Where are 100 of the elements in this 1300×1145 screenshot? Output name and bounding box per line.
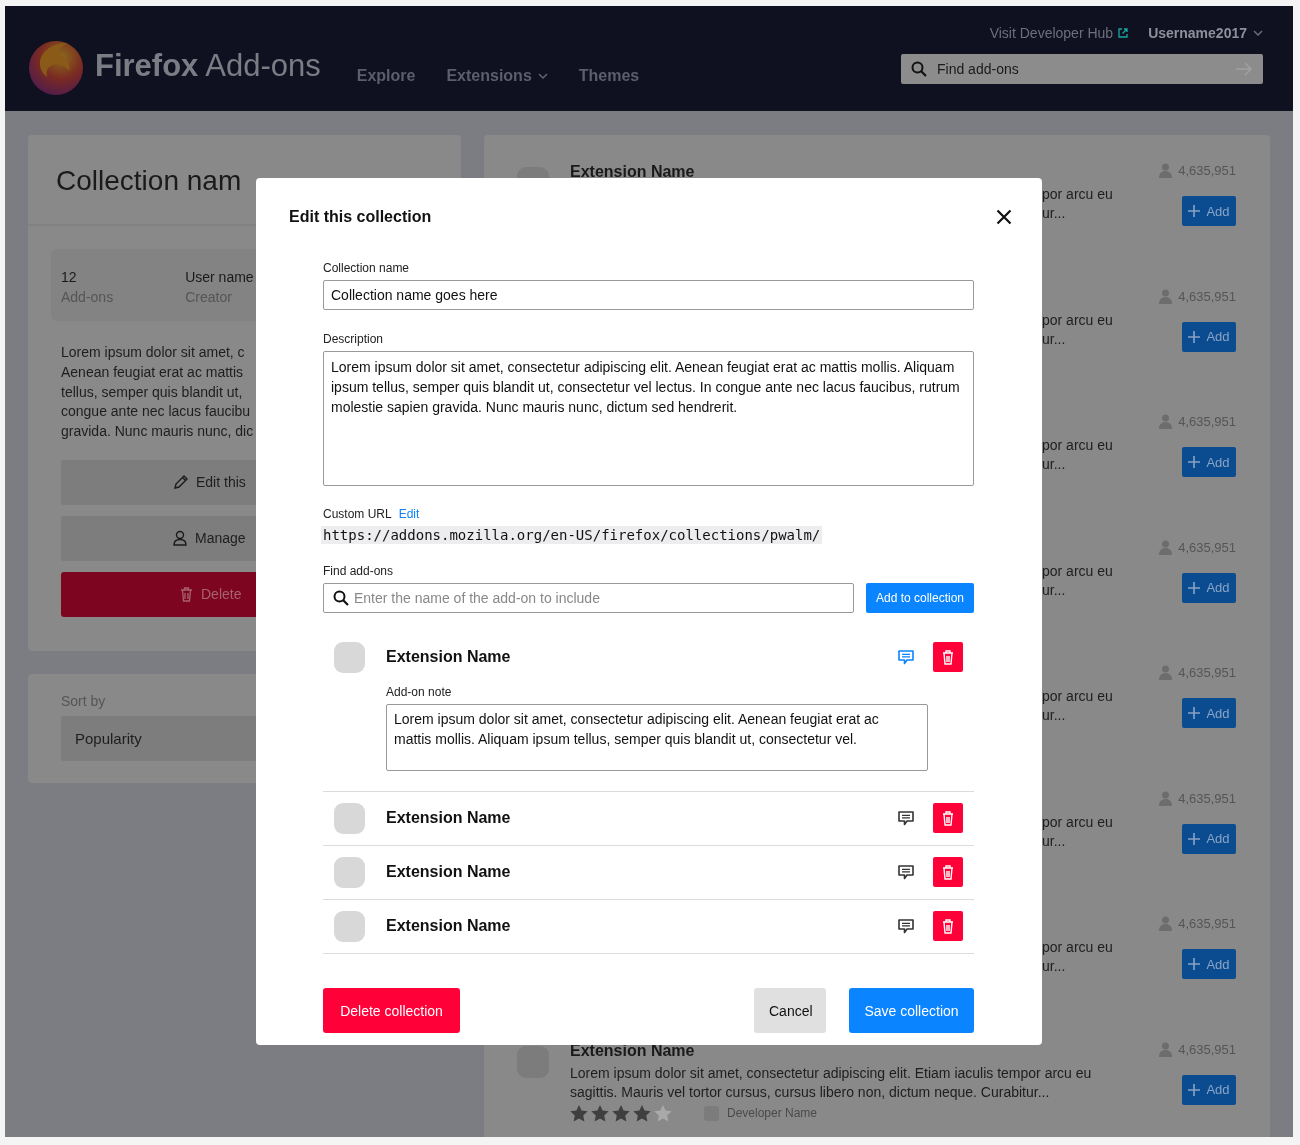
add-button[interactable]: Add bbox=[1182, 698, 1236, 728]
description-line: tellus, semper quis blandit ut, bbox=[61, 382, 243, 402]
add-button[interactable]: Add bbox=[1182, 572, 1236, 603]
plus-icon bbox=[1188, 205, 1201, 217]
addon-description: ur... bbox=[1042, 957, 1067, 976]
plus-icon bbox=[1188, 958, 1201, 970]
custom-url: https://addons.mozilla.org/en-US/firefox/collections/pwalm/ bbox=[321, 526, 823, 544]
comment-icon[interactable] bbox=[898, 810, 914, 826]
add-button[interactable]: Add bbox=[1182, 949, 1236, 979]
user-icon bbox=[1159, 414, 1173, 429]
addon-description: sagittis. Mauris vel tortor cursus, cursus libero non, dictum neque. Curabitur... bbox=[570, 1082, 1051, 1102]
description-line: Aenean feugiat erat ac mattis bbox=[61, 362, 244, 382]
user-icon bbox=[1159, 665, 1173, 680]
comment-icon[interactable] bbox=[898, 864, 914, 880]
plus-icon bbox=[1188, 330, 1201, 343]
find-addons-field[interactable]: Enter the name of the add-on to include bbox=[323, 583, 854, 613]
user-icon bbox=[1159, 1041, 1173, 1057]
user-menu[interactable]: Username2017 bbox=[1148, 25, 1263, 41]
comment-icon[interactable] bbox=[898, 918, 914, 934]
addon-description: por arcu eu bbox=[1042, 185, 1114, 204]
filled-star-icon bbox=[633, 1104, 651, 1122]
add-button[interactable]: Add bbox=[1182, 1074, 1236, 1105]
external-link-icon bbox=[1118, 28, 1129, 38]
plus-icon bbox=[1188, 1083, 1201, 1096]
addon-description: por arcu eu bbox=[1042, 812, 1114, 832]
trash-icon bbox=[942, 918, 954, 934]
addon-name: Extension Name bbox=[386, 863, 512, 881]
description-line: congue ante nec lacus faucibu bbox=[61, 402, 251, 422]
delete-addon-button[interactable] bbox=[933, 642, 963, 672]
stat-value: 12 bbox=[61, 269, 78, 285]
description-field[interactable]: Lorem ipsum dolor sit amet, consectetur adipiscing elit. Aenean feugiat erat ac mattis mollis. Aliquam ipsum tellus, semper quis blandit ut, consectetur vel lectus. In congue ante nec lacus faucibus, rutrum molestie sapien gravida. Nunc mauris nunc, dictum sed hendrerit. bbox=[323, 351, 974, 486]
pencil-icon bbox=[173, 475, 188, 490]
addon-description: ur... bbox=[1042, 204, 1067, 223]
field-label: Add-on note bbox=[386, 685, 453, 699]
plus-icon bbox=[1188, 581, 1201, 594]
trash-icon bbox=[180, 587, 193, 602]
empty-star-icon bbox=[654, 1104, 672, 1122]
addon-name: Extension Name bbox=[386, 809, 512, 827]
filled-star-icon bbox=[612, 1104, 630, 1122]
addon-icon bbox=[334, 910, 365, 942]
addon-description: Lorem ipsum dolor sit amet, consectetur adipiscing elit. Etiam iaculis tempor arcu eu bbox=[570, 1063, 1093, 1083]
plus-icon bbox=[1188, 832, 1201, 845]
delete-collection-button[interactable]: Delete collection bbox=[323, 988, 460, 1033]
user-icon bbox=[1159, 288, 1173, 304]
addon-icon bbox=[334, 856, 365, 888]
addon-description: por arcu eu bbox=[1042, 687, 1114, 706]
nav-link[interactable]: Themes bbox=[578, 67, 640, 85]
delete-addon-button[interactable] bbox=[933, 857, 963, 887]
dialog-title: Edit this collection bbox=[289, 208, 432, 226]
nav-link[interactable]: Extensions bbox=[446, 67, 548, 85]
field-label: Collection name bbox=[323, 261, 411, 275]
nav-link[interactable]: Explore bbox=[356, 67, 416, 85]
addon-description: por arcu eu bbox=[1042, 938, 1114, 957]
plus-icon bbox=[1188, 707, 1201, 719]
add-button[interactable]: Add bbox=[1182, 447, 1236, 477]
field-label: Description bbox=[323, 332, 385, 346]
addon-description: por arcu eu bbox=[1042, 310, 1114, 330]
addon-description: ur... bbox=[1042, 831, 1067, 851]
cancel-button[interactable]: Cancel bbox=[754, 988, 826, 1033]
add-to-collection-button[interactable]: Add to collection bbox=[866, 583, 974, 613]
filled-star-icon bbox=[570, 1104, 588, 1122]
addon-description: por arcu eu bbox=[1042, 561, 1114, 581]
filled-star-icon bbox=[591, 1104, 609, 1122]
add-button[interactable]: Add bbox=[1182, 321, 1236, 352]
addon-note-field[interactable]: Lorem ipsum dolor sit amet, consectetur adipiscing elit. Aenean feugiat erat ac mattis mollis. Aliquam ipsum tellus, semper quis blandit ut, consectetur vel. bbox=[386, 704, 928, 771]
user-icon bbox=[1159, 163, 1173, 178]
chevron-down-icon bbox=[1253, 30, 1263, 36]
user-icon bbox=[1159, 539, 1173, 555]
addon-icon bbox=[334, 802, 365, 834]
search-field[interactable]: Find add-ons bbox=[901, 54, 1263, 84]
developer-name[interactable]: Developer Name bbox=[727, 1106, 818, 1120]
trash-icon bbox=[942, 810, 954, 826]
collection-title: Collection nam bbox=[56, 164, 243, 198]
addon-description: ur... bbox=[1042, 329, 1067, 349]
plus-icon bbox=[1188, 456, 1201, 468]
delete-addon-button[interactable] bbox=[933, 911, 963, 941]
addon-description: por arcu eu bbox=[1042, 436, 1114, 455]
collection-name-field[interactable]: Collection name goes here bbox=[323, 280, 974, 310]
add-button[interactable]: Add bbox=[1182, 196, 1236, 226]
search-icon bbox=[911, 61, 927, 77]
addon-name[interactable]: Extension Name bbox=[570, 1041, 1126, 1064]
description-line: Lorem ipsum dolor sit amet, c bbox=[61, 343, 245, 362]
addon-name: Extension Name bbox=[386, 917, 512, 935]
search-icon bbox=[333, 590, 349, 606]
developer-hub-link[interactable]: Visit Developer Hub bbox=[989, 25, 1129, 41]
close-icon[interactable] bbox=[996, 209, 1012, 225]
delete-addon-button[interactable] bbox=[933, 803, 963, 833]
addon-icon bbox=[334, 641, 365, 673]
trash-icon bbox=[942, 649, 954, 665]
save-collection-button[interactable]: Save collection bbox=[849, 988, 974, 1033]
addon-name: Extension Name bbox=[386, 648, 512, 666]
add-button[interactable]: Add bbox=[1182, 823, 1236, 854]
addon-description: ur... bbox=[1042, 455, 1067, 474]
user-icon bbox=[1159, 790, 1173, 806]
user-icon bbox=[173, 530, 187, 547]
addon-icon bbox=[517, 1045, 549, 1078]
addon-description: ur... bbox=[1042, 706, 1067, 725]
trash-icon bbox=[942, 864, 954, 880]
site-title[interactable]: Firefox Add-ons bbox=[95, 48, 321, 84]
stat-value: User name bbox=[185, 269, 254, 285]
